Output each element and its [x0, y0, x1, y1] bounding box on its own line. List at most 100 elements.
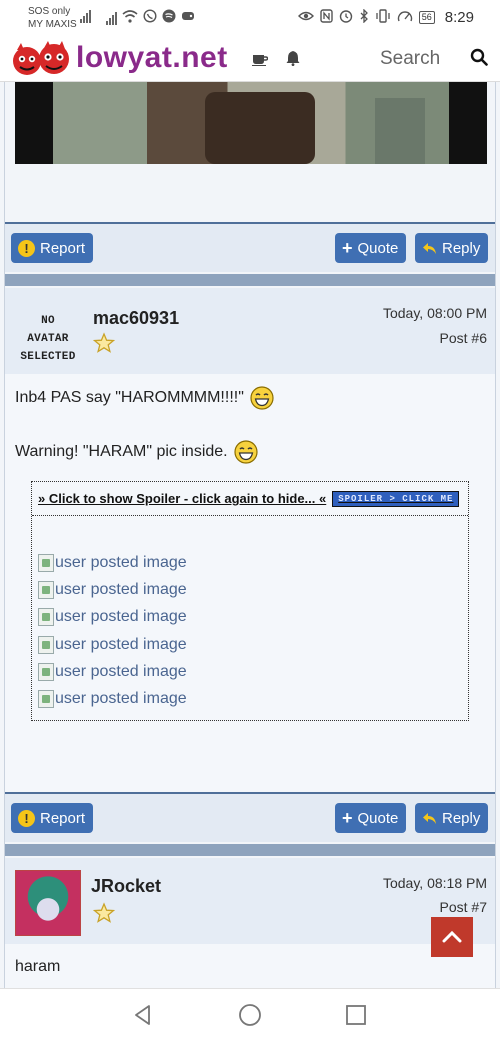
post-date: Today, 08:00 PM — [382, 305, 487, 321]
search-label[interactable]: Search — [380, 48, 440, 70]
username[interactable]: JRocket — [91, 876, 161, 897]
report-label: Report — [40, 239, 86, 257]
search-icon[interactable] — [470, 48, 488, 66]
signal-icons — [80, 9, 91, 23]
post-number[interactable]: Post #7 — [440, 899, 487, 915]
screen: SOS only MY MAXIS 56 8:29 lowyat.net Sea… — [0, 0, 500, 1039]
post-actions-bar: ! Report + Quote Reply — [5, 222, 495, 272]
eye-icon — [297, 10, 314, 25]
post-divider — [5, 844, 495, 856]
home-circle-icon[interactable] — [238, 1003, 262, 1027]
nfc-icon — [320, 9, 333, 26]
post-header: JRocket Today, 08:18 PM Post #7 — [5, 858, 495, 944]
quote-button[interactable]: + Quote — [335, 803, 407, 833]
broken-image-icon — [38, 608, 54, 626]
vibrate-icon — [375, 9, 391, 26]
image-alt-text: user posted image — [55, 690, 187, 707]
image-alt-text: user posted image — [55, 663, 187, 680]
game-icon — [181, 10, 195, 25]
signal-bars-icon — [80, 9, 91, 23]
avatar[interactable]: NO AVATAR SELECTED — [19, 312, 77, 366]
lowyat-logo-icon[interactable] — [12, 40, 70, 78]
back-triangle-icon[interactable] — [131, 1003, 155, 1027]
reply-arrow-icon — [423, 242, 436, 254]
user-posted-image[interactable]: user posted image — [38, 554, 187, 572]
signal-bars-2-icon — [106, 11, 117, 25]
user-posted-image[interactable]: user posted image — [38, 690, 187, 708]
system-status-icons: 56 8:29 — [297, 8, 474, 26]
image-alt-text: user posted image — [55, 554, 187, 571]
alarm-icon — [339, 9, 353, 26]
site-name[interactable]: lowyat.net — [76, 41, 228, 75]
image-alt-text: user posted image — [55, 636, 187, 653]
reply-button[interactable]: Reply — [415, 233, 489, 263]
user-posted-image[interactable]: user posted image — [38, 636, 187, 654]
image-alt-text: user posted image — [55, 608, 187, 625]
post-image-detail — [375, 98, 425, 164]
user-posted-image[interactable]: user posted image — [38, 663, 187, 681]
avatar-text-line2: SELECTED — [20, 351, 76, 363]
user-posted-image[interactable]: user posted image — [38, 608, 187, 626]
spoiler-box: » Click to show Spoiler - click again to… — [31, 481, 469, 721]
exclamation-icon: ! — [18, 239, 35, 257]
carrier-info: SOS only MY MAXIS — [28, 5, 77, 31]
broken-image-icon — [38, 581, 54, 599]
post-body: haram — [5, 944, 495, 988]
quote-button[interactable]: + Quote — [335, 233, 407, 263]
reply-button[interactable]: Reply — [415, 803, 489, 833]
carrier-line1: SOS only — [28, 6, 71, 17]
image-alt-text: user posted image — [55, 581, 187, 598]
report-label: Report — [40, 809, 86, 827]
post-divider — [5, 274, 495, 286]
site-header: lowyat.net Search — [0, 36, 500, 82]
quote-label: Quote — [357, 239, 399, 257]
broken-image-icon — [38, 554, 54, 572]
quote-label: Quote — [357, 809, 399, 827]
spoiler-toggle[interactable]: » Click to show Spoiler - click again to… — [32, 482, 468, 516]
laughing-smiley-icon — [250, 386, 274, 410]
spoiler-badge[interactable]: SPOILER > CLICK ME — [332, 490, 460, 507]
post-number[interactable]: Post #6 — [440, 330, 487, 346]
system-navigation-bar — [0, 988, 500, 1039]
reply-label: Reply — [442, 239, 481, 257]
report-button[interactable]: ! Report — [11, 233, 94, 263]
post-image-detail — [205, 92, 315, 164]
battery-icon: 56 — [418, 11, 435, 24]
status-bar: SOS only MY MAXIS 56 8:29 — [0, 0, 500, 36]
post-text-line: haram — [15, 958, 60, 976]
carrier-line2: MY MAXIS — [28, 19, 77, 30]
exclamation-icon: ! — [18, 809, 35, 827]
speed-icon — [397, 9, 413, 26]
laughing-smiley-icon — [234, 440, 258, 464]
clock: 8:29 — [444, 9, 474, 26]
post-text: Warning! "HARAM" pic inside. — [15, 443, 228, 460]
post-text-line: Warning! "HARAM" pic inside. — [15, 440, 258, 464]
bell-icon[interactable] — [286, 50, 300, 66]
coffee-cup-icon[interactable] — [252, 52, 268, 66]
star-icon — [93, 902, 115, 923]
post-text-line: Inb4 PAS say "HAROMMMM!!!!" — [15, 386, 274, 410]
username[interactable]: mac60931 — [93, 308, 179, 329]
thread-content: ! Report + Quote Reply NO AVATAR SELECTE… — [4, 82, 496, 988]
wifi-icon — [122, 9, 138, 26]
chevron-up-icon — [442, 931, 462, 943]
post-text: Inb4 PAS say "HAROMMMM!!!!" — [15, 389, 244, 406]
user-posted-image[interactable]: user posted image — [38, 581, 187, 599]
whatsapp-icon — [143, 9, 157, 26]
spotify-icon — [162, 9, 176, 26]
post-date: Today, 08:18 PM — [382, 875, 487, 891]
broken-image-icon — [38, 663, 54, 681]
star-icon — [93, 332, 115, 353]
recent-apps-square-icon[interactable] — [344, 1003, 368, 1027]
avatar-text-line1: NO AVATAR — [27, 315, 69, 345]
reply-label: Reply — [442, 809, 481, 827]
spoiler-label: » Click to show Spoiler - click again to… — [38, 491, 327, 506]
report-button[interactable]: ! Report — [11, 803, 94, 833]
post-image — [15, 82, 487, 164]
notification-icons — [106, 9, 195, 26]
plus-icon: + — [342, 238, 353, 258]
avatar[interactable] — [15, 870, 81, 936]
battery-level: 56 — [421, 12, 432, 22]
plus-icon: + — [342, 808, 353, 828]
scroll-to-top-button[interactable] — [431, 917, 473, 957]
